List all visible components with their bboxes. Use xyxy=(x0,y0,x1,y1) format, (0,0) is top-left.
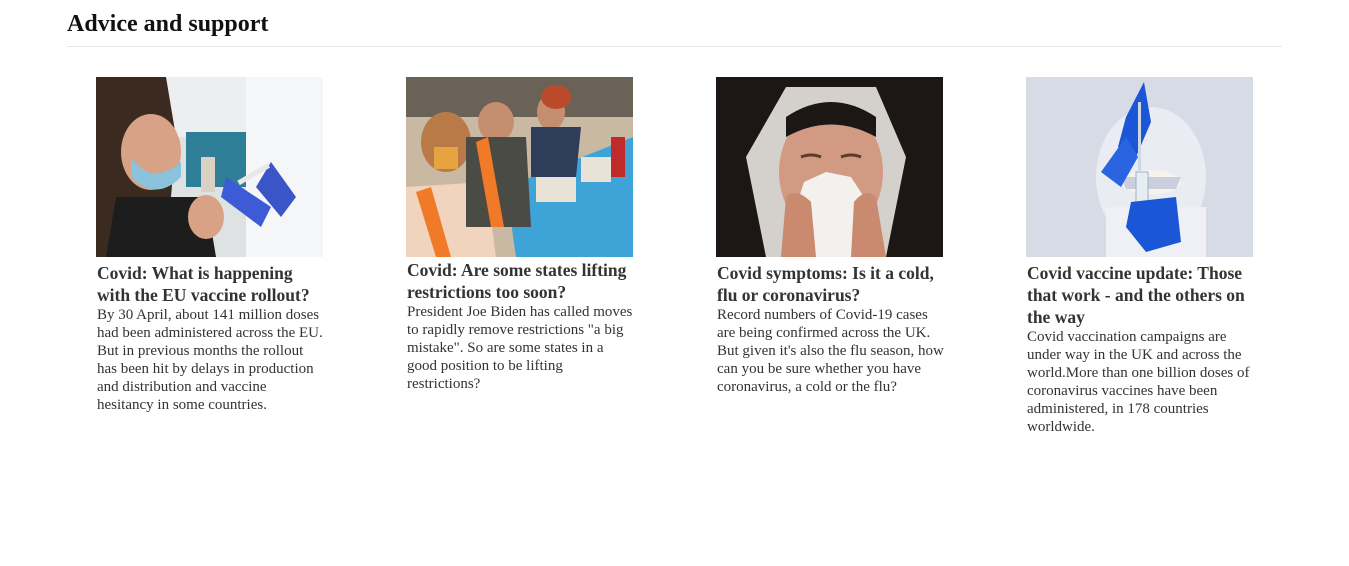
article-summary: Covid vaccination campaigns are under wa… xyxy=(1027,329,1250,435)
woman-sneezing-tissue-photo[interactable] xyxy=(716,77,943,257)
scientist-holding-vaccine-vial-photo[interactable] xyxy=(1026,77,1253,257)
article-card[interactable]: Covid: Are some states lifting restricti… xyxy=(406,77,634,393)
article-title[interactable]: Covid: What is happening with the EU vac… xyxy=(96,262,324,306)
article-title[interactable]: Covid vaccine update: Those that work - … xyxy=(1026,262,1254,328)
article-card[interactable]: Covid vaccine update: Those that work - … xyxy=(1026,77,1254,436)
article-summary: President Joe Biden has called moves to … xyxy=(407,304,633,392)
article-title[interactable]: Covid: Are some states lifting restricti… xyxy=(406,259,634,303)
woman-receiving-vaccine-photo[interactable] xyxy=(96,77,323,257)
article-title[interactable]: Covid symptoms: Is it a cold, flu or cor… xyxy=(716,262,944,306)
section-title: Advice and support xyxy=(67,11,269,37)
section-divider xyxy=(67,46,1282,47)
article-summary: Record numbers of Covid-19 cases are bei… xyxy=(717,307,944,395)
article-card[interactable]: Covid: What is happening with the EU vac… xyxy=(96,77,324,414)
article-summary: By 30 April, about 141 million doses had… xyxy=(97,307,323,413)
article-card[interactable]: Covid symptoms: Is it a cold, flu or cor… xyxy=(716,77,944,396)
vaccination-center-crowd-photo[interactable] xyxy=(406,77,633,257)
